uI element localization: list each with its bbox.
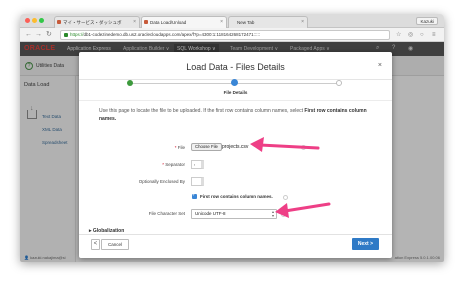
forward-arrow-icon[interactable]: → bbox=[35, 31, 42, 39]
reload-icon[interactable]: ↻ bbox=[46, 31, 52, 39]
back-button[interactable]: < bbox=[91, 239, 100, 250]
tab-close-icon[interactable]: × bbox=[133, 17, 136, 28]
next-button[interactable]: Next > bbox=[351, 238, 379, 250]
url-scheme: https:// bbox=[70, 32, 84, 37]
wizard-current-label: File Details bbox=[223, 90, 248, 95]
wizard-step-done-icon bbox=[127, 80, 133, 86]
url-field[interactable]: https://db1-codezinedemo.db.us2.oraclecl… bbox=[60, 30, 390, 40]
tab-label: マイ・サービス・ダッシュボ bbox=[63, 20, 122, 25]
enclosed-by-label: Optionally Enclosed By bbox=[138, 179, 185, 184]
annotation-arrow-charset bbox=[275, 202, 331, 218]
annotation-arrow-file bbox=[250, 137, 320, 152]
file-label-text: File bbox=[177, 145, 185, 150]
intro-plain: Use this page to locate the file to be u… bbox=[99, 108, 305, 114]
close-window-icon[interactable] bbox=[25, 18, 30, 23]
tab-close-icon[interactable]: × bbox=[301, 17, 304, 28]
tab-dashboard[interactable]: マイ・サービス・ダッシュボ × bbox=[54, 16, 140, 28]
load-data-dialog: Load Data - Files Details × File Details… bbox=[79, 52, 392, 258]
separator-label: * Separator bbox=[162, 162, 185, 167]
charset-select[interactable]: Unicode UTF-8 ▴ ▾ bbox=[191, 209, 277, 219]
minimize-window-icon[interactable] bbox=[32, 18, 37, 23]
extension-icon[interactable]: ◎ bbox=[408, 31, 413, 39]
divider bbox=[79, 234, 392, 235]
separator-input[interactable]: , bbox=[191, 160, 204, 169]
wizard-step-todo-icon bbox=[336, 80, 342, 86]
tab-label: New Tab bbox=[237, 20, 255, 25]
browser-window: マイ・サービス・ダッシュボ × Data Load/Unload × New T… bbox=[20, 14, 444, 262]
tab-favicon-icon bbox=[57, 20, 61, 24]
close-icon[interactable]: × bbox=[378, 62, 382, 69]
maximize-window-icon[interactable] bbox=[39, 18, 44, 23]
separator-label-text: Separator bbox=[165, 162, 185, 167]
first-row-label[interactable]: First row contains column names. bbox=[200, 194, 273, 199]
first-row-checkbox[interactable] bbox=[192, 192, 197, 199]
tab-bar: マイ・サービス・ダッシュボ × Data Load/Unload × New T… bbox=[20, 14, 444, 28]
tab-label: Data Load/Unload bbox=[150, 20, 187, 25]
wizard-step-current-icon bbox=[231, 79, 238, 86]
cancel-button[interactable]: Cancel bbox=[101, 239, 130, 250]
back-arrow-icon[interactable]: ← bbox=[25, 31, 32, 39]
enclosed-by-input[interactable] bbox=[191, 177, 204, 186]
tab-new[interactable]: New Tab × bbox=[228, 16, 308, 28]
intro-text: Use this page to locate the file to be u… bbox=[99, 107, 379, 123]
file-label: * File bbox=[174, 145, 185, 150]
bookmark-star-icon[interactable]: ☆ bbox=[396, 31, 401, 39]
charset-value: Unicode UTF-8 bbox=[195, 211, 226, 216]
dialog-title: Load Data - Files Details bbox=[186, 62, 285, 72]
extension-icon-2[interactable]: ○ bbox=[420, 31, 424, 39]
divider bbox=[79, 100, 392, 101]
browser-user-badge[interactable]: Kazuki bbox=[416, 17, 438, 25]
charset-label: File Character Set bbox=[148, 211, 185, 216]
tab-data-load[interactable]: Data Load/Unload × bbox=[141, 16, 227, 28]
file-name: projects.csv bbox=[222, 144, 249, 150]
address-bar: ← → ↻ https://db1-codezinedemo.db.us2.or… bbox=[20, 28, 444, 42]
choose-file-button[interactable]: Choose File bbox=[191, 143, 222, 151]
url-text: db1-codezinedemo.db.us2.oraclecloudapps.… bbox=[83, 32, 260, 37]
tab-close-icon[interactable]: × bbox=[220, 17, 223, 28]
lock-icon bbox=[64, 33, 68, 37]
tab-favicon-icon bbox=[144, 20, 148, 24]
menu-icon[interactable]: ≡ bbox=[432, 31, 436, 39]
